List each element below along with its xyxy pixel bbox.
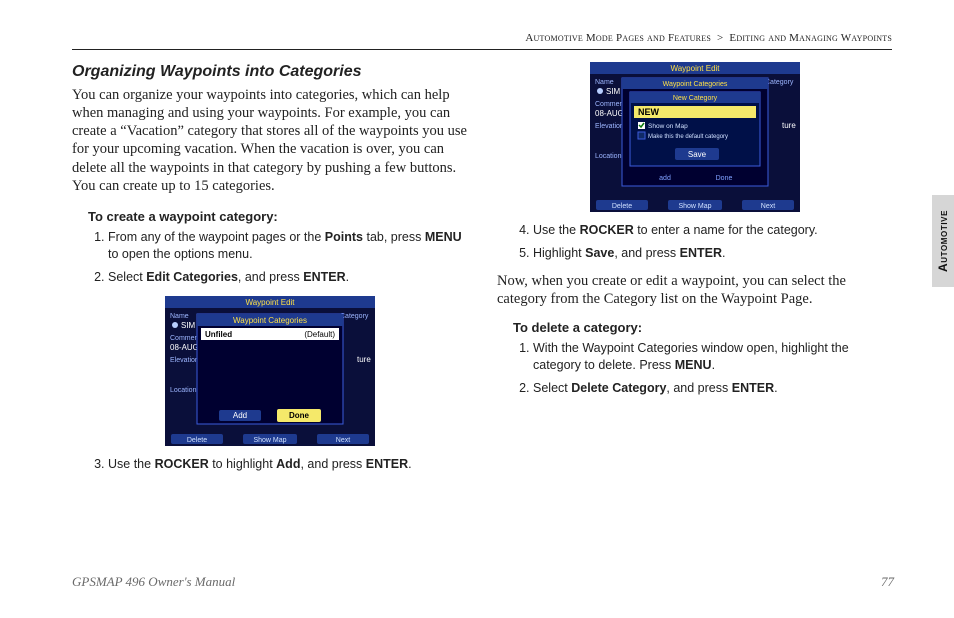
- svg-text:Done: Done: [715, 175, 732, 182]
- crumb-sep: >: [717, 32, 723, 44]
- shot2-title: Waypoint Edit: [670, 64, 720, 73]
- delete-step-1: With the Waypoint Categories window open…: [533, 340, 892, 374]
- create-step-3: Use the ROCKER to highlight Add, and pre…: [108, 456, 467, 473]
- crumb-a: Automotive Mode Pages and Features: [525, 32, 711, 44]
- svg-text:Comment: Comment: [170, 335, 200, 342]
- breadcrumb: Automotive Mode Pages and Features > Edi…: [525, 32, 892, 44]
- svg-text:Waypoint Categories: Waypoint Categories: [662, 81, 727, 88]
- create-step-2: Select Edit Categories, and press ENTER.: [108, 269, 467, 286]
- svg-text:Delete: Delete: [186, 437, 206, 444]
- svg-text:Done: Done: [289, 411, 310, 420]
- right-column: Waypoint Edit Name SIM Comment 08-AUG El…: [497, 62, 892, 483]
- after-text: Now, when you create or edit a waypoint,…: [497, 272, 892, 308]
- svg-text:Elevation: Elevation: [595, 123, 624, 130]
- create-steps: From any of the waypoint pages or the Po…: [88, 229, 467, 286]
- svg-text:SIM: SIM: [181, 321, 196, 330]
- svg-text:Unfiled: Unfiled: [205, 330, 232, 339]
- svg-text:Location: Location: [170, 387, 197, 394]
- svg-text:Category: Category: [765, 79, 794, 86]
- svg-text:SIM: SIM: [606, 87, 621, 96]
- svg-text:Show on Map: Show on Map: [648, 123, 688, 130]
- svg-text:NEW: NEW: [638, 107, 660, 117]
- create-step-4: Use the ROCKER to enter a name for the c…: [533, 222, 892, 239]
- svg-text:Name: Name: [595, 79, 614, 86]
- svg-text:(Default): (Default): [304, 330, 335, 339]
- svg-text:Comment: Comment: [595, 101, 625, 108]
- svg-text:add: add: [659, 175, 671, 182]
- crumb-b: Editing and Managing Waypoints: [729, 32, 892, 44]
- svg-text:Elevation: Elevation: [170, 357, 199, 364]
- create-step-5: Highlight Save, and press ENTER.: [533, 245, 892, 262]
- svg-text:Make this the default category: Make this the default category: [648, 134, 728, 140]
- svg-text:Show Map: Show Map: [678, 203, 711, 210]
- svg-text:Name: Name: [170, 313, 189, 320]
- shot1-title: Waypoint Edit: [245, 298, 295, 307]
- footer: GPSMAP 496 Owner's Manual 77: [72, 574, 894, 590]
- svg-text:Save: Save: [687, 150, 706, 159]
- section-title: Organizing Waypoints into Categories: [72, 62, 467, 82]
- svg-text:Next: Next: [335, 437, 349, 444]
- header-rule: [72, 49, 892, 50]
- svg-text:ture: ture: [357, 355, 371, 364]
- delete-step-2: Select Delete Category, and press ENTER.: [533, 380, 892, 397]
- svg-text:ture: ture: [782, 121, 796, 130]
- footer-title: GPSMAP 496 Owner's Manual: [72, 574, 235, 590]
- create-steps-cont: Use the ROCKER to highlight Add, and pre…: [88, 456, 467, 473]
- delete-heading: To delete a category:: [513, 320, 892, 336]
- screenshot-new-category: Waypoint Edit Name SIM Comment 08-AUG El…: [590, 62, 800, 212]
- svg-text:Next: Next: [760, 203, 774, 210]
- delete-steps: With the Waypoint Categories window open…: [513, 340, 892, 397]
- left-column: Organizing Waypoints into Categories You…: [72, 62, 467, 483]
- page: Automotive Mode Pages and Features > Edi…: [72, 32, 916, 594]
- page-number: 77: [881, 574, 894, 590]
- shot1-subtitle: Waypoint Categories: [233, 316, 307, 325]
- side-tab: Automotive: [932, 195, 954, 287]
- create-heading: To create a waypoint category:: [88, 209, 467, 225]
- create-steps-right: Use the ROCKER to enter a name for the c…: [513, 222, 892, 262]
- svg-text:Category: Category: [340, 313, 369, 320]
- svg-text:Location: Location: [595, 153, 622, 160]
- side-tab-label: Automotive: [936, 210, 950, 272]
- svg-text:Add: Add: [232, 411, 246, 420]
- svg-text:New Category: New Category: [672, 95, 717, 102]
- svg-text:08-AUG: 08-AUG: [170, 343, 199, 352]
- section-intro: You can organize your waypoints into cat…: [72, 86, 467, 195]
- svg-text:Show Map: Show Map: [253, 437, 286, 444]
- screenshot-waypoint-categories: Waypoint Edit Name SIM Comment 08-AUG El…: [165, 296, 375, 446]
- create-step-1: From any of the waypoint pages or the Po…: [108, 229, 467, 263]
- svg-text:Delete: Delete: [611, 203, 631, 210]
- svg-text:08-AUG: 08-AUG: [595, 109, 624, 118]
